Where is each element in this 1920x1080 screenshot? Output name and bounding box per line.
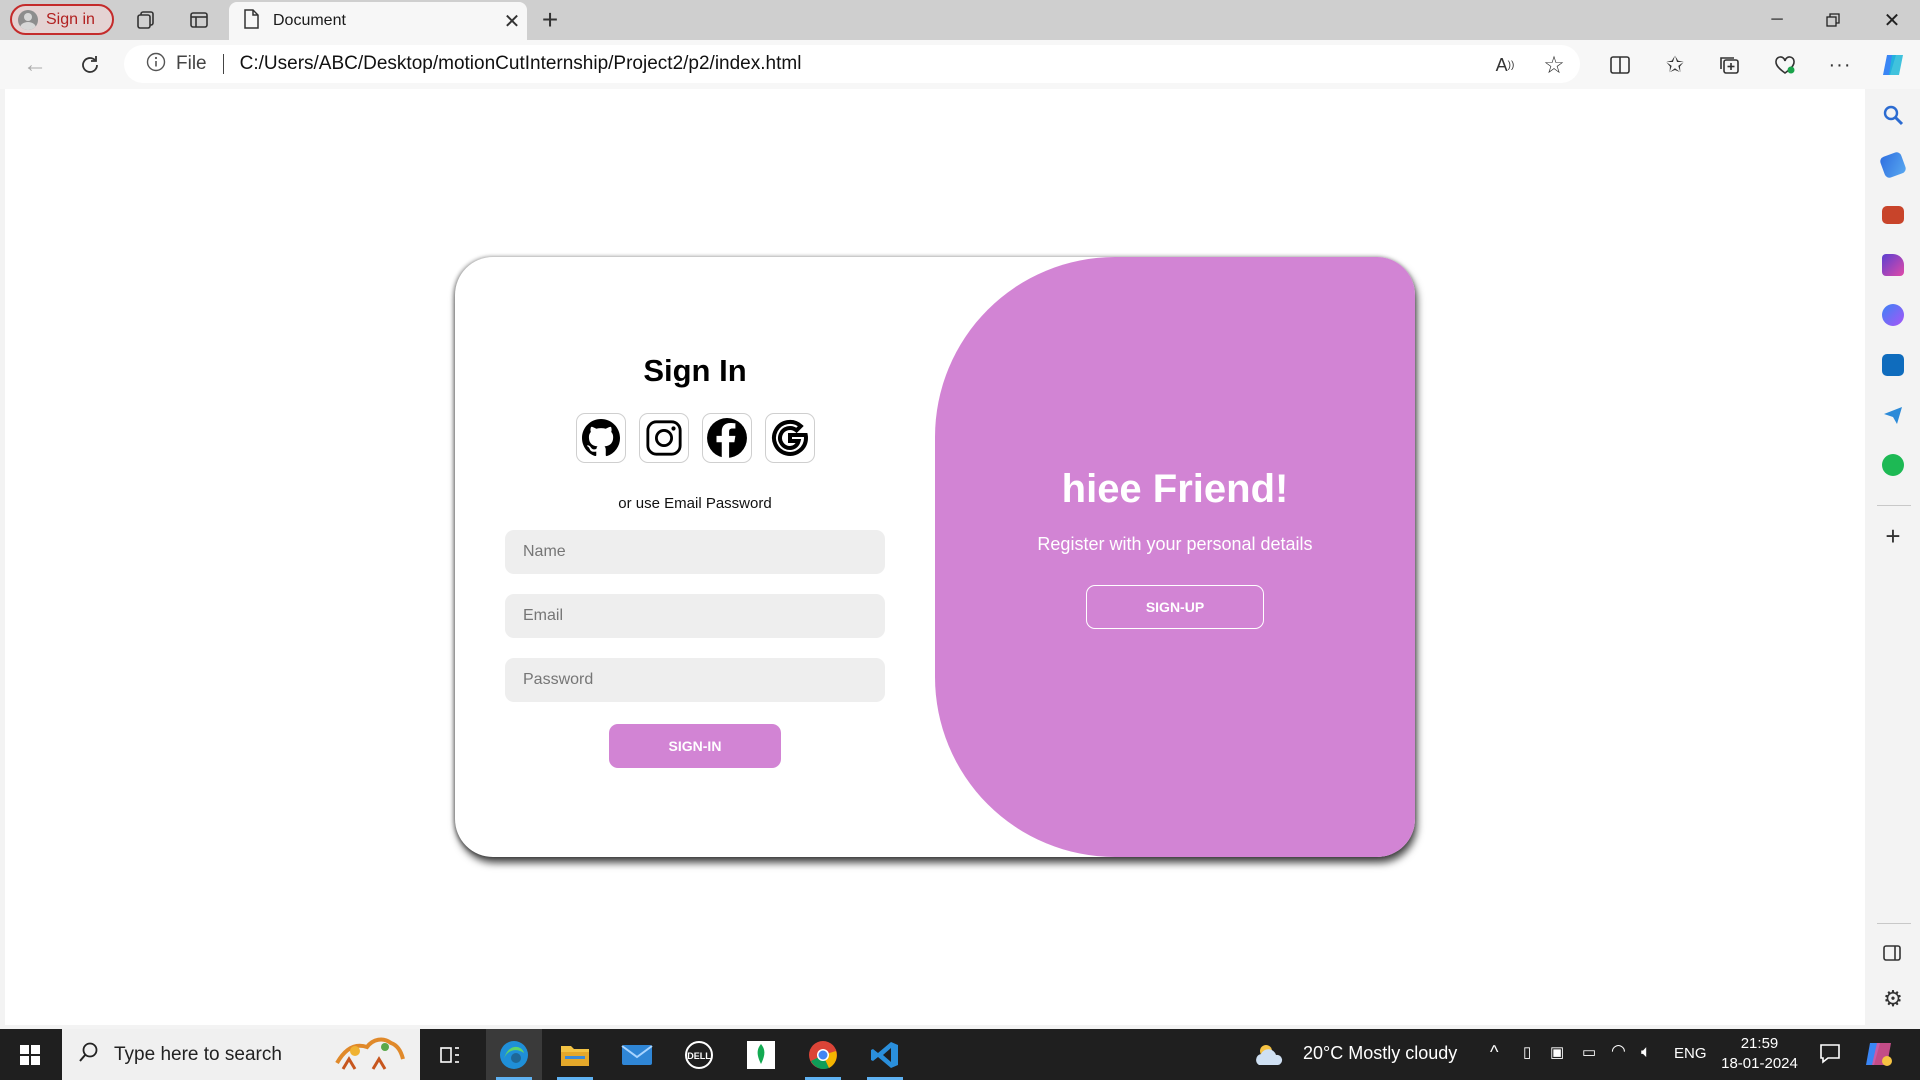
outlook-icon[interactable] <box>1882 354 1904 376</box>
mail-icon[interactable] <box>609 1029 665 1080</box>
page-viewport: Sign In or use Email Password SIGN-IN <box>5 89 1865 1025</box>
microsoft-365-icon[interactable] <box>1882 304 1904 326</box>
spotify-icon[interactable] <box>1882 454 1904 476</box>
sidebar-divider <box>1877 923 1911 924</box>
meet-now-icon[interactable]: ▯ <box>1523 1043 1531 1061</box>
dell-icon[interactable]: DELL <box>671 1029 727 1080</box>
clock-date: 18-01-2024 <box>1721 1055 1798 1072</box>
profile-label: Sign in <box>46 10 95 28</box>
name-field[interactable] <box>505 530 885 574</box>
social-icons <box>575 413 815 463</box>
auth-card: Sign In or use Email Password SIGN-IN <box>455 257 1415 857</box>
email-field[interactable] <box>505 594 885 638</box>
battery-icon[interactable]: ▭ <box>1582 1043 1596 1061</box>
back-icon[interactable]: ← <box>22 51 48 78</box>
favorites-icon[interactable]: ✩ <box>1662 52 1688 78</box>
weather-text[interactable]: 20°C Mostly cloudy <box>1303 1043 1457 1064</box>
more-menu-icon[interactable]: ··· <box>1827 52 1853 78</box>
signin-title: Sign In <box>643 353 747 388</box>
copilot-taskbar-icon[interactable] <box>1864 1040 1894 1073</box>
volume-icon[interactable]: 🔈︎ <box>1641 1042 1651 1062</box>
browser-titlebar: Sign in Document ✕ + ─ ✕ <box>0 0 1920 40</box>
restore-icon[interactable] <box>1805 0 1861 40</box>
close-tab-icon[interactable]: ✕ <box>497 9 527 34</box>
shopping-tag-icon[interactable] <box>1878 150 1908 180</box>
security-icon[interactable]: ▣ <box>1550 1043 1564 1061</box>
taskbar-search-placeholder: Type here to search <box>114 1043 282 1065</box>
browser-toolbar: ← File C:/Users/ABC/Desktop/motionCutInt… <box>0 40 1920 89</box>
search-highlight-icon <box>332 1033 410 1077</box>
chrome-icon[interactable] <box>795 1029 851 1080</box>
url-separator <box>222 54 224 74</box>
toggle-text: Register with your personal details <box>1037 534 1313 554</box>
url-text[interactable]: C:/Users/ABC/Desktop/motionCutInternship… <box>240 53 802 75</box>
close-window-icon[interactable]: ✕ <box>1864 0 1920 40</box>
task-view-icon[interactable] <box>422 1029 478 1080</box>
workspaces-icon[interactable] <box>134 8 158 32</box>
profile-button[interactable]: Sign in <box>10 4 114 35</box>
clock-time: 21:59 <box>1740 1035 1779 1052</box>
toggle-panel: hiee Friend! Register with your personal… <box>935 257 1415 857</box>
signup-button[interactable]: SIGN-UP <box>1086 585 1264 629</box>
show-hidden-icons-icon[interactable]: ^ <box>1490 1042 1498 1063</box>
browser-essentials-icon[interactable] <box>1772 52 1798 78</box>
windows-taskbar: Type here to search DELL 20°C Mostly clo… <box>0 1029 1920 1080</box>
settings-gear-icon[interactable]: ⚙ <box>1882 988 1904 1010</box>
info-icon[interactable] <box>146 52 166 77</box>
refresh-icon[interactable] <box>77 52 103 78</box>
edge-sidebar: + ⚙ <box>1865 89 1920 1029</box>
minimize-icon[interactable]: ─ <box>1749 0 1805 40</box>
add-icon[interactable]: + <box>1882 523 1904 549</box>
url-scheme-label: File <box>176 53 207 74</box>
github-icon[interactable] <box>575 413 626 463</box>
address-bar[interactable]: File C:/Users/ABC/Desktop/motionCutInter… <box>124 45 1580 83</box>
signin-form: Sign In or use Email Password SIGN-IN <box>455 257 935 857</box>
read-aloud-icon[interactable]: A)) <box>1492 52 1518 78</box>
hide-sidebar-icon[interactable] <box>1882 943 1904 965</box>
favorite-star-icon[interactable]: ☆ <box>1541 52 1567 79</box>
toggle-title: hiee Friend! <box>1061 467 1289 511</box>
taskbar-search-box[interactable]: Type here to search <box>62 1029 420 1080</box>
tools-icon[interactable] <box>1882 206 1904 224</box>
new-tab-icon[interactable]: + <box>538 6 562 34</box>
facebook-icon[interactable] <box>701 413 752 463</box>
profile-avatar-icon <box>18 9 38 30</box>
drop-send-icon[interactable] <box>1882 404 1904 426</box>
alt-login-text: or use Email Password <box>618 495 772 512</box>
page-icon <box>243 8 259 34</box>
password-field[interactable] <box>505 658 885 702</box>
signin-button[interactable]: SIGN-IN <box>609 724 781 768</box>
vertical-tabs-icon[interactable] <box>187 8 211 32</box>
file-explorer-icon[interactable] <box>547 1029 603 1080</box>
edge-taskbar-icon[interactable] <box>486 1029 542 1080</box>
search-icon[interactable] <box>1882 104 1904 126</box>
weather-cloud-icon[interactable] <box>1248 1029 1292 1080</box>
search-icon <box>78 1041 100 1068</box>
vscode-icon[interactable] <box>857 1029 913 1080</box>
language-indicator[interactable]: ENG <box>1674 1045 1707 1062</box>
tab-title: Document <box>273 12 346 29</box>
windows-start-icon[interactable] <box>2 1029 58 1080</box>
svg-text:DELL: DELL <box>687 1051 711 1061</box>
collections-icon[interactable] <box>1717 52 1743 78</box>
copilot-icon[interactable] <box>1880 52 1906 78</box>
notification-icon[interactable] <box>1818 1041 1842 1070</box>
mongodb-compass-icon[interactable] <box>733 1029 789 1080</box>
games-icon[interactable] <box>1882 254 1904 276</box>
taskbar-clock[interactable]: 21:59 18-01-2024 <box>1712 1034 1807 1074</box>
wifi-icon[interactable]: ◠ <box>1611 1041 1626 1061</box>
tab-document[interactable]: Document ✕ <box>229 2 527 40</box>
instagram-icon[interactable] <box>638 413 689 463</box>
sidebar-divider <box>1877 505 1911 506</box>
split-screen-icon[interactable] <box>1607 52 1633 78</box>
google-icon[interactable] <box>764 413 815 463</box>
